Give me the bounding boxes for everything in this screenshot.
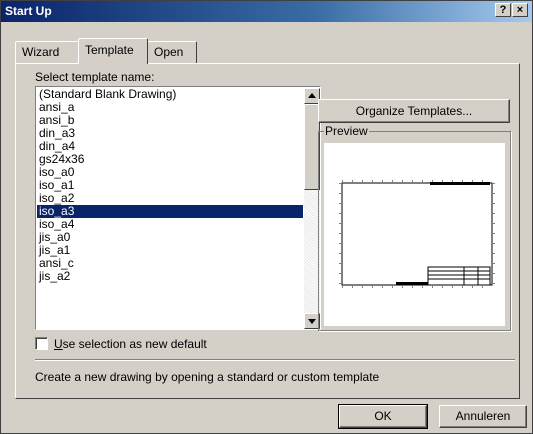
checkbox-label-text: se selection as new default <box>62 337 207 351</box>
preview-area <box>324 143 505 326</box>
list-item[interactable]: jis_a2 <box>37 270 303 283</box>
tab-open[interactable]: Open <box>147 41 197 63</box>
select-template-label: Select template name: <box>35 70 155 84</box>
list-item[interactable]: iso_a3 <box>37 205 303 218</box>
preview-label: Preview <box>324 124 369 138</box>
arrow-down-icon <box>308 319 316 324</box>
list-item[interactable]: ansi_b <box>37 114 303 127</box>
list-item[interactable]: iso_a1 <box>37 179 303 192</box>
arrow-up-icon <box>308 93 316 98</box>
template-description: Create a new drawing by opening a standa… <box>35 370 380 384</box>
close-button[interactable]: × <box>512 3 528 17</box>
list-item[interactable]: gs24x36 <box>37 153 303 166</box>
help-button[interactable]: ? <box>495 3 511 17</box>
default-checkbox-label[interactable]: Use selection as new default <box>54 337 207 351</box>
default-checkbox[interactable] <box>35 337 48 350</box>
title-bar[interactable]: Start Up ? × <box>1 1 532 22</box>
template-list: (Standard Blank Drawing) ansi_a ansi_b din_… <box>37 88 303 328</box>
list-item[interactable]: jis_a0 <box>37 231 303 244</box>
template-listbox[interactable]: (Standard Blank Drawing) ansi_a ansi_b din_… <box>35 86 321 330</box>
checkbox-label-mnemonic: U <box>54 337 63 351</box>
list-item[interactable]: ansi_c <box>37 257 303 270</box>
list-item[interactable]: ansi_a <box>37 101 303 114</box>
list-item[interactable]: iso_a4 <box>37 218 303 231</box>
start-up-dialog: Start Up ? × Wizard Template Open Select… <box>0 0 533 434</box>
tab-wizard[interactable]: Wizard <box>15 41 79 63</box>
tab-template[interactable]: Template <box>78 38 148 64</box>
list-item[interactable]: jis_a1 <box>37 244 303 257</box>
list-item[interactable]: iso_a2 <box>37 192 303 205</box>
organize-templates-button[interactable]: Organize Templates... <box>318 99 510 123</box>
drawing-preview-icon <box>339 180 495 288</box>
cancel-button[interactable]: Annuleren <box>439 405 527 428</box>
list-item[interactable]: din_a3 <box>37 127 303 140</box>
template-tab-panel: Select template name: (Standard Blank Dr… <box>15 63 520 399</box>
ok-button[interactable]: OK <box>338 404 428 429</box>
list-item[interactable]: iso_a0 <box>37 166 303 179</box>
preview-group: Preview <box>318 124 511 331</box>
window-title: Start Up <box>5 4 52 18</box>
list-item[interactable]: (Standard Blank Drawing) <box>37 88 303 101</box>
separator <box>35 359 515 361</box>
